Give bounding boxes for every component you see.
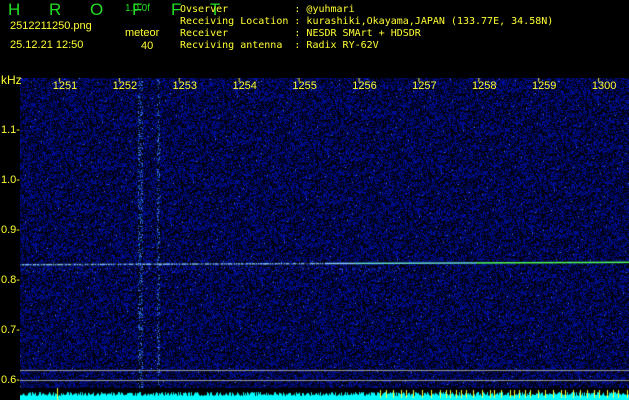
y-unit-label: kHz — [1, 73, 22, 87]
filename-label: 2512211250.png — [10, 20, 92, 32]
y-tick-label: 0.8- — [1, 274, 20, 286]
y-tick-label: 1.0- — [1, 174, 20, 186]
info-location: Receiving Location : kurashiki,Okayama,J… — [180, 16, 554, 27]
x-tick-label: 1253 — [172, 80, 198, 92]
x-tick-label: 1257 — [412, 80, 437, 92]
x-tick-label: 1300 — [591, 80, 617, 92]
version-label: 1.0.0f — [125, 3, 151, 14]
y-tick-label: 0.9- — [1, 224, 20, 236]
x-tick-label: 1252 — [112, 80, 138, 92]
x-tick-label: 1251 — [52, 80, 78, 92]
info-antenna: Recviving antenna : Radix RY-62V — [180, 40, 379, 51]
y-tick-label: 0.6- — [1, 374, 20, 386]
x-tick-label: 1259 — [531, 80, 557, 92]
x-tick-label: 1258 — [472, 80, 497, 92]
spectrogram — [20, 78, 629, 400]
meteor-label: meteor — [125, 27, 160, 39]
info-observer: Ovserver : @yuhmari — [180, 4, 355, 15]
y-tick-label: 0.7- — [1, 324, 20, 336]
y-tick-label: 1.1- — [1, 124, 20, 136]
meteor-count: 40 — [141, 40, 154, 52]
x-tick-label: 1256 — [352, 80, 377, 92]
x-tick-label: 1254 — [232, 80, 257, 92]
x-tick-label: 1255 — [292, 80, 317, 92]
datetime-label: 25.12.21 12:50 — [10, 39, 84, 51]
info-receiver: Receiver : NESDR SMArt + HDSDR — [180, 28, 421, 39]
